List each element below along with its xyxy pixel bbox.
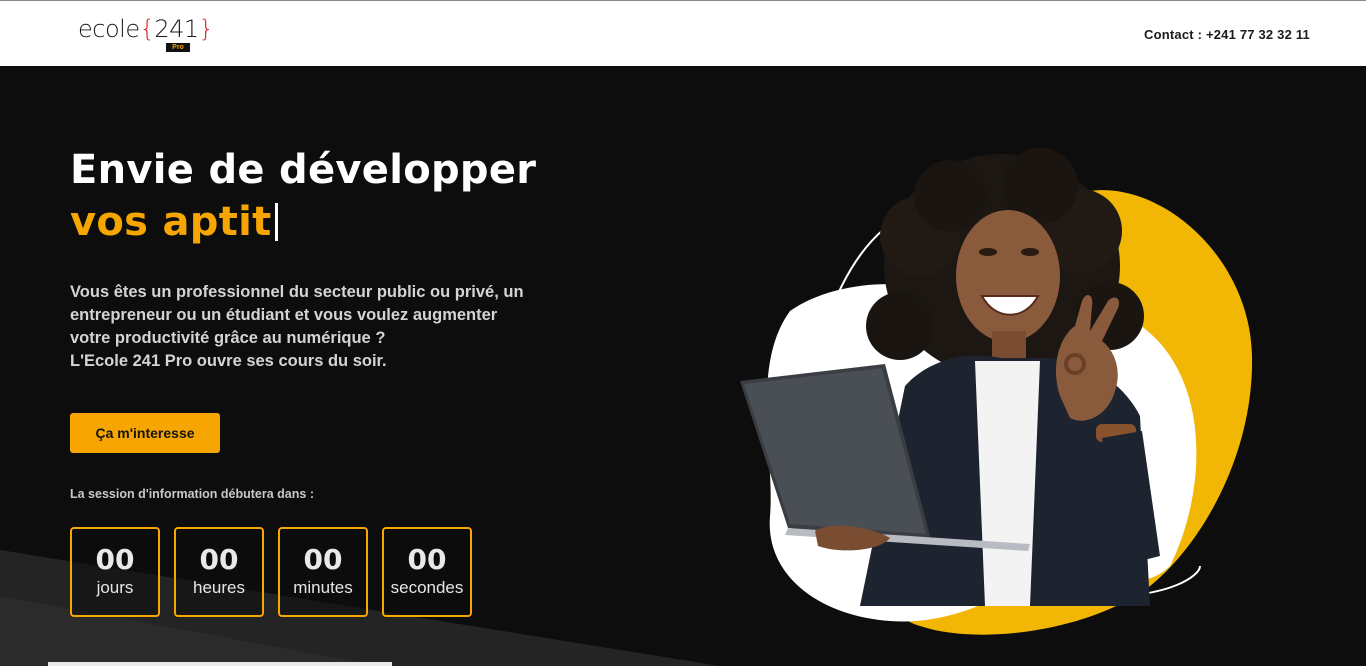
logo-word: ecole	[78, 15, 140, 43]
countdown-seconds: 00 secondes	[382, 527, 472, 617]
intro-line: Vous êtes un professionnel du secteur pu…	[70, 283, 524, 301]
countdown-unit: jours	[96, 578, 134, 597]
woman-with-laptop-photo	[740, 148, 1253, 635]
logo-brace-open: {	[139, 15, 155, 43]
hero-headline: Envie de développer vos aptit	[70, 144, 536, 248]
section-divider	[48, 662, 392, 666]
countdown-value: 00	[303, 543, 343, 576]
countdown-value: 00	[95, 543, 135, 576]
logo-brace-close: }	[198, 15, 214, 43]
countdown-hours: 00 heures	[174, 527, 264, 617]
intro-line: votre productivité grâce au numérique ?	[70, 329, 386, 347]
intro-line: entrepreneur ou un étudiant et vous voul…	[70, 306, 498, 324]
logo-pro-badge: Pro	[166, 43, 190, 52]
logo-wordmark: ecole{241}	[78, 15, 214, 43]
countdown-value: 00	[407, 543, 447, 576]
interest-button[interactable]: Ça m'interesse	[70, 413, 220, 453]
countdown: 00 jours 00 heures 00 minutes 00 seconde…	[70, 527, 472, 617]
face-shape	[956, 210, 1060, 342]
intro-line: L'Ecole 241 Pro ouvre ses cours du soir.	[70, 352, 387, 370]
session-label: La session d'information débutera dans :	[70, 487, 314, 501]
countdown-value: 00	[199, 543, 239, 576]
countdown-unit: heures	[193, 578, 245, 597]
headline-line-2: vos aptit	[70, 196, 536, 248]
countdown-minutes: 00 minutes	[278, 527, 368, 617]
headline-line-1: Envie de développer	[70, 147, 537, 193]
contact-phone: Contact : +241 77 32 32 11	[1144, 27, 1310, 42]
hero-intro: Vous êtes un professionnel du secteur pu…	[70, 281, 550, 373]
site-header: ecole{241} Pro Contact : +241 77 32 32 1…	[0, 0, 1366, 66]
headline-typed-text: vos aptit	[70, 199, 272, 245]
logo-number: 241	[154, 15, 199, 43]
countdown-unit: minutes	[293, 578, 353, 597]
typing-caret	[274, 203, 278, 241]
countdown-unit: secondes	[390, 578, 464, 597]
hero-section: Envie de développer vos aptit Vous êtes …	[0, 66, 1366, 666]
ecole241-logo[interactable]: ecole{241} Pro	[78, 13, 214, 57]
countdown-days: 00 jours	[70, 527, 160, 617]
